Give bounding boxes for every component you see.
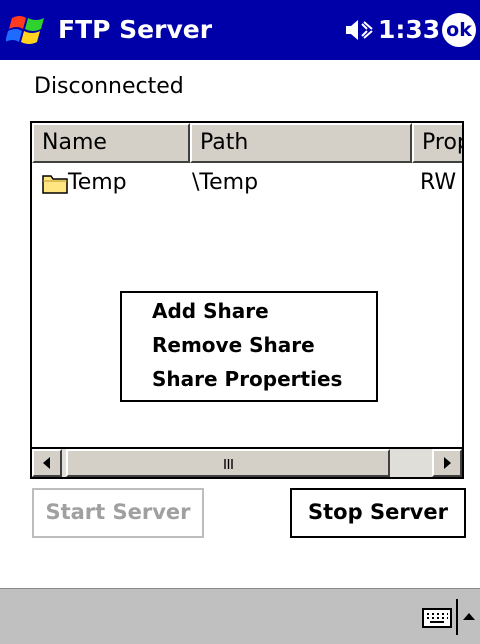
- share-properties: RW: [420, 170, 457, 195]
- stop-server-button[interactable]: Stop Server: [290, 488, 466, 538]
- scroll-right-arrow-icon: [444, 457, 451, 469]
- menu-item-share-properties[interactable]: Share Properties: [152, 367, 342, 391]
- start-server-button[interactable]: Start Server: [32, 488, 204, 538]
- sip-arrow-up-icon[interactable]: [462, 611, 476, 621]
- column-header-name[interactable]: Name: [32, 123, 190, 163]
- menu-item-remove-share[interactable]: Remove Share: [152, 333, 315, 357]
- folder-icon: [42, 175, 68, 194]
- menu-item-add-share[interactable]: Add Share: [152, 299, 269, 323]
- grip-icon: [224, 459, 233, 469]
- title-bar: FTP Server 1:33 ok: [0, 0, 480, 60]
- horizontal-scrollbar[interactable]: [32, 447, 462, 477]
- connection-status: Disconnected: [34, 74, 184, 99]
- menu-bar: [0, 588, 480, 644]
- list-item[interactable]: Temp \Temp RW: [32, 167, 462, 201]
- scrollbar-thumb[interactable]: [66, 449, 390, 477]
- scroll-right-button[interactable]: [432, 449, 462, 477]
- scroll-left-button[interactable]: [32, 449, 62, 477]
- clock[interactable]: 1:33: [378, 0, 440, 60]
- sip-separator: [456, 599, 458, 635]
- keyboard-icon[interactable]: [422, 608, 452, 628]
- list-header: Name Path Prop: [32, 123, 462, 163]
- column-header-path[interactable]: Path: [190, 123, 412, 163]
- share-name: Temp: [68, 170, 127, 195]
- start-menu-icon[interactable]: [6, 10, 50, 50]
- speaker-icon[interactable]: [344, 18, 374, 42]
- column-header-properties[interactable]: Prop: [412, 123, 462, 163]
- share-path: \Temp: [192, 170, 259, 195]
- ok-button[interactable]: ok: [442, 13, 476, 47]
- app-title: FTP Server: [58, 15, 213, 44]
- context-menu: Add Share Remove Share Share Properties: [120, 291, 378, 402]
- scroll-left-arrow-icon: [43, 457, 50, 469]
